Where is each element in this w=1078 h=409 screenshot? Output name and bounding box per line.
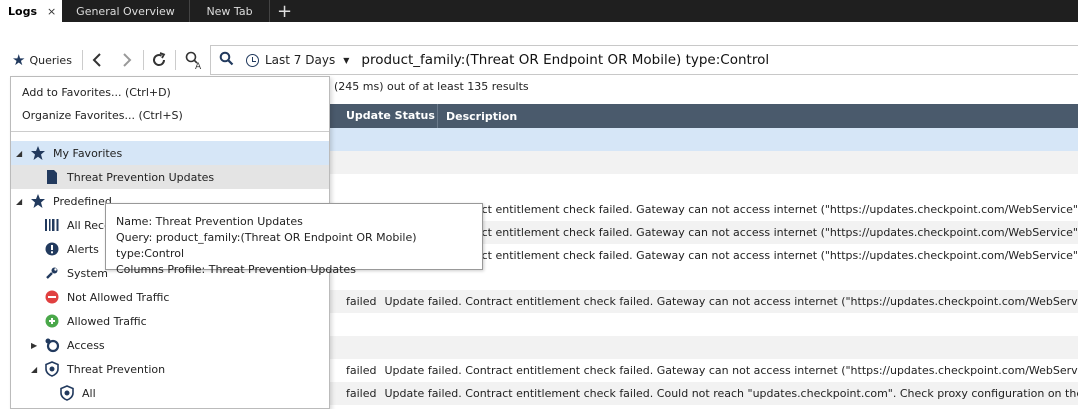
tree-item-label: Access: [67, 338, 105, 352]
access-icon: [44, 337, 60, 353]
divider: [82, 50, 83, 70]
tab-logs[interactable]: Logs ×: [0, 0, 62, 22]
tree-item-label: Not Allowed Traffic: [67, 290, 170, 304]
tree-item-label: All: [82, 386, 96, 400]
queries-button[interactable]: ★ Queries: [12, 44, 72, 76]
svg-text:A: A: [195, 62, 202, 70]
tooltip-columns-profile: Columns Profile: Threat Prevention Updat…: [116, 263, 356, 276]
table-row[interactable]: [330, 313, 1078, 336]
shield-icon: [44, 361, 60, 377]
alert-icon: [44, 241, 60, 257]
tab-label: New Tab: [206, 4, 253, 18]
add-to-favorites-menu-item[interactable]: Add to Favorites... (Ctrl+D): [22, 86, 171, 99]
description-cell: Update failed. Contract entitlement chec…: [384, 387, 1078, 400]
tree-item-threat-prevention-updates[interactable]: Threat Prevention Updates: [11, 165, 329, 189]
divider: [11, 131, 329, 132]
wrench-icon: [44, 265, 60, 281]
tree-item-all[interactable]: All: [11, 381, 329, 405]
star-icon: ★: [12, 51, 26, 69]
update-status-cell: failed: [346, 295, 377, 308]
tab-general-overview[interactable]: General Overview: [62, 0, 190, 22]
tree-item-access[interactable]: ▶ Access: [11, 333, 329, 357]
tree-item-label: Threat Prevention: [67, 362, 166, 376]
table-row[interactable]: [330, 174, 1078, 197]
table-row[interactable]: failed Update failed. Contract entitleme…: [330, 382, 1078, 405]
tab-label: General Overview: [76, 4, 175, 18]
expand-arrow-icon[interactable]: ◢: [31, 365, 37, 374]
star-icon: [30, 145, 46, 161]
table-row[interactable]: failed Update failed. Contract entitleme…: [330, 359, 1078, 382]
no-entry-icon: [44, 289, 60, 305]
tree-item-label: Threat Prevention Updates: [67, 170, 215, 184]
expand-arrow-icon[interactable]: ◢: [16, 197, 22, 206]
tree-item-label: Alerts: [67, 242, 99, 256]
clock-icon: [246, 53, 259, 67]
description-cell: Update failed. Contract entitlement chec…: [384, 295, 1078, 308]
tree-item-label: System: [67, 266, 109, 280]
tooltip-query: Query: product_family:(Threat OR Endpoin…: [116, 231, 417, 260]
shield-icon: [59, 385, 75, 401]
table-row[interactable]: [330, 151, 1078, 174]
organize-favorites-menu-item[interactable]: Organize Favorites... (Ctrl+S): [22, 109, 183, 122]
tree-item-threat-prevention[interactable]: ◢ Threat Prevention: [11, 357, 329, 381]
query-text[interactable]: product_family:(Threat OR Endpoint OR Mo…: [361, 52, 769, 68]
tab-bar: Logs × General Overview New Tab +: [0, 0, 1078, 22]
tree-item-my-favorites[interactable]: ◢ My Favorites: [11, 141, 329, 165]
search-bar[interactable]: Last 7 Days ▼ product_family:(Threat OR …: [210, 45, 1078, 75]
table-row[interactable]: [330, 336, 1078, 359]
update-status-cell: failed: [346, 364, 377, 377]
update-status-cell: failed: [346, 387, 377, 400]
table-row[interactable]: failed Update failed. Contract entitleme…: [330, 290, 1078, 313]
tree-item-allowed-traffic[interactable]: Allowed Traffic: [11, 309, 329, 333]
tab-label: Logs: [8, 4, 37, 18]
time-range-selector[interactable]: Last 7 Days: [265, 53, 335, 67]
tab-new-tab[interactable]: New Tab: [190, 0, 270, 22]
tree-item-not-allowed-traffic[interactable]: Not Allowed Traffic: [11, 285, 329, 309]
query-syntax-icon[interactable]: A: [184, 44, 204, 76]
table-row[interactable]: [330, 128, 1078, 151]
column-header-update-status[interactable]: Update Status: [330, 104, 438, 128]
tree-item-label: Predefined: [53, 194, 112, 208]
favorite-tooltip: Name: Threat Prevention Updates Query: p…: [105, 203, 483, 276]
chevron-down-icon[interactable]: ▼: [343, 56, 349, 65]
description-cell: Update failed. Contract entitlement chec…: [384, 364, 1078, 377]
table-header: Update Status Description: [330, 104, 1078, 128]
chevron-right-icon[interactable]: ▶: [31, 341, 37, 350]
forward-arrow-icon[interactable]: [120, 44, 134, 76]
divider: [143, 50, 144, 70]
column-header-description[interactable]: Description: [438, 110, 517, 123]
back-arrow-icon[interactable]: [90, 44, 104, 76]
star-icon: [30, 193, 46, 209]
queries-label: Queries: [29, 53, 72, 67]
divider: [175, 50, 176, 70]
toolbar: ★ Queries A Last 7 Days ▼ product_family…: [0, 44, 1078, 76]
results-summary: (245 ms) out of at least 135 results: [334, 80, 529, 93]
document-icon: [44, 169, 60, 185]
tooltip-name: Name: Threat Prevention Updates: [116, 215, 303, 228]
expand-arrow-icon[interactable]: ◢: [16, 149, 22, 158]
tree-item-label: Allowed Traffic: [67, 314, 147, 328]
plus-icon[interactable]: +: [270, 0, 299, 22]
tree-item-label: My Favorites: [53, 146, 123, 160]
allowed-icon: [44, 313, 60, 329]
refresh-icon[interactable]: [150, 44, 168, 76]
barcode-icon: [44, 217, 60, 233]
close-icon[interactable]: ×: [47, 5, 56, 18]
search-icon[interactable]: [219, 51, 234, 70]
